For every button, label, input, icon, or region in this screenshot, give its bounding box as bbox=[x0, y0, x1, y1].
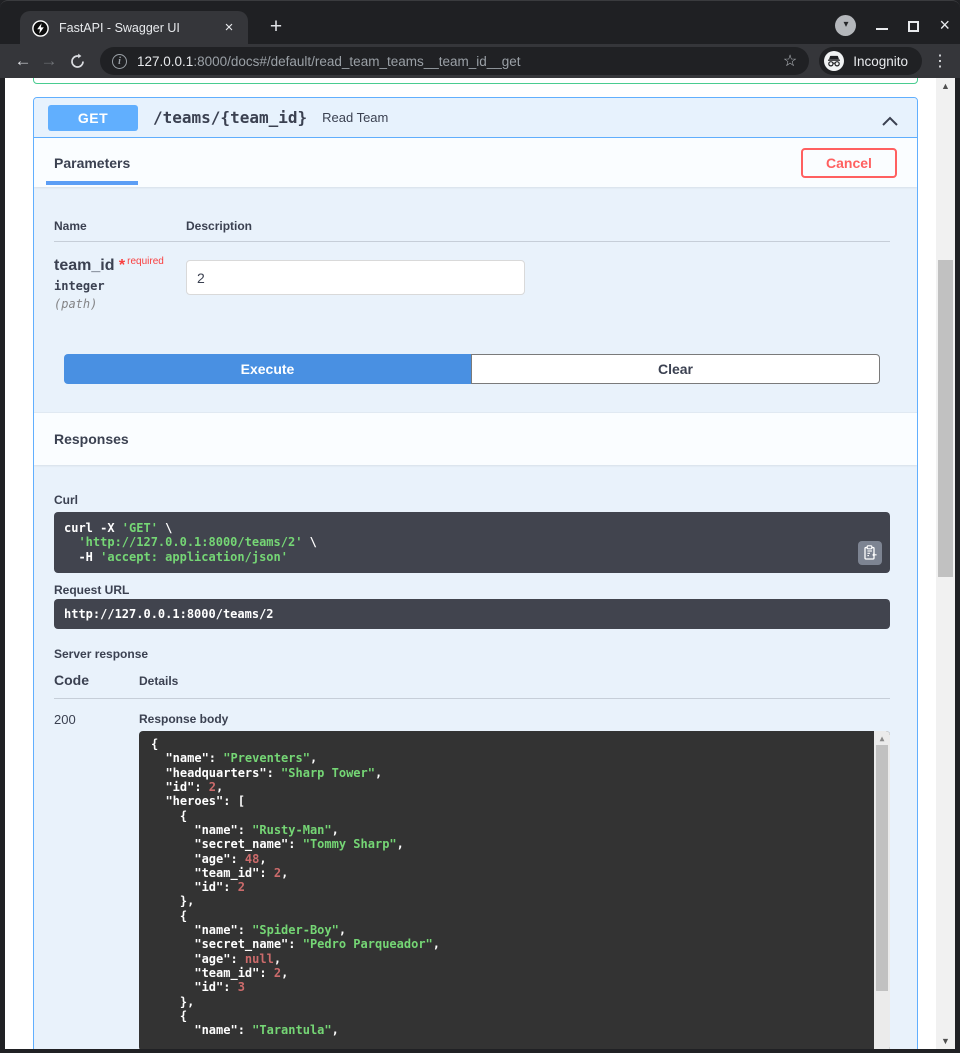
page-content: GET /teams/{team_id} Read Team Parameter… bbox=[5, 78, 955, 1049]
response-body-label: Response body bbox=[139, 712, 890, 726]
response-body-scrollbar[interactable]: ▲ bbox=[874, 731, 890, 1049]
parameter-value-cell bbox=[186, 256, 890, 311]
window-maximize-button[interactable] bbox=[908, 21, 919, 32]
browser-menu-icon[interactable]: ⋮ bbox=[930, 51, 950, 71]
address-bar[interactable]: i 127.0.0.1:8000/docs#/default/read_team… bbox=[100, 47, 809, 75]
forward-button[interactable]: → bbox=[36, 51, 62, 71]
operation-path: /teams/{team_id} bbox=[153, 108, 307, 127]
curl-label: Curl bbox=[54, 493, 890, 507]
server-response-label: Server response bbox=[54, 647, 890, 661]
parameter-row-team-id: team_id *required integer (path) bbox=[54, 256, 890, 311]
column-header-description: Description bbox=[186, 219, 890, 233]
parameter-name: team_id bbox=[54, 257, 114, 274]
scroll-up-icon[interactable]: ▲ bbox=[874, 733, 890, 745]
reload-button[interactable] bbox=[64, 53, 90, 70]
window-close-button[interactable]: × bbox=[939, 18, 950, 32]
fastapi-favicon-icon bbox=[32, 20, 49, 37]
previous-opblock-partial bbox=[33, 78, 918, 84]
curl-command-block: curl -X 'GET' \ 'http://127.0.0.1:8000/t… bbox=[54, 512, 890, 573]
window-menu-caret-icon[interactable]: ▾ bbox=[835, 15, 856, 36]
execute-button[interactable]: Execute bbox=[64, 354, 471, 384]
curl-command-text: curl -X 'GET' \ 'http://127.0.0.1:8000/t… bbox=[64, 521, 850, 564]
status-code: 200 bbox=[54, 712, 139, 1049]
url-host: 127.0.0.1 bbox=[137, 54, 193, 69]
back-button[interactable]: ← bbox=[10, 51, 36, 71]
scroll-up-icon[interactable]: ▲ bbox=[936, 78, 955, 94]
parameter-location: (path) bbox=[54, 297, 186, 311]
responses-body: Curl curl -X 'GET' \ 'http://127.0.0.1:8… bbox=[34, 465, 917, 1049]
request-url-text: http://127.0.0.1:8000/teams/2 bbox=[64, 607, 880, 621]
incognito-icon bbox=[824, 51, 844, 71]
url-text[interactable]: 127.0.0.1:8000/docs#/default/read_team_t… bbox=[137, 54, 775, 69]
opblock-get-read-team: GET /teams/{team_id} Read Team Parameter… bbox=[33, 97, 918, 1049]
execute-wrapper: Execute Clear bbox=[64, 354, 880, 384]
response-body-json: { "name": "Preventers", "headquarters": … bbox=[151, 737, 864, 1037]
window-minimize-button[interactable] bbox=[876, 20, 888, 32]
copy-to-clipboard-button[interactable] bbox=[858, 541, 882, 565]
column-header-name: Name bbox=[54, 219, 186, 233]
responses-title: Responses bbox=[54, 431, 129, 447]
tab-close-icon[interactable]: × bbox=[220, 19, 238, 37]
details-column-header: Details bbox=[139, 674, 890, 688]
response-body-block: { "name": "Preventers", "headquarters": … bbox=[139, 731, 890, 1049]
request-url-block: http://127.0.0.1:8000/teams/2 bbox=[54, 599, 890, 629]
browser-toolbar: ← → i 127.0.0.1:8000/docs#/default/read_… bbox=[0, 44, 960, 78]
code-column-header: Code bbox=[54, 672, 139, 688]
bookmark-star-icon[interactable]: ☆ bbox=[783, 51, 797, 71]
incognito-badge: Incognito bbox=[819, 47, 922, 75]
browser-titlebar: FastAPI - Swagger UI × + ▾ × bbox=[0, 0, 960, 44]
scrollbar-thumb[interactable] bbox=[876, 745, 888, 991]
response-details-cell: Response body { "name": "Preventers", "h… bbox=[139, 712, 890, 1049]
method-badge: GET bbox=[48, 105, 138, 131]
parameters-body: Name Description team_id *required integ… bbox=[34, 187, 917, 413]
opblock-summary[interactable]: GET /teams/{team_id} Read Team bbox=[34, 98, 917, 138]
collapse-chevron-icon[interactable] bbox=[882, 113, 898, 123]
table-divider bbox=[54, 241, 890, 242]
table-divider bbox=[54, 698, 890, 699]
url-path: :8000/docs#/default/read_team_teams__tea… bbox=[193, 54, 520, 69]
required-asterisk: * bbox=[119, 257, 125, 274]
scroll-down-icon[interactable]: ▼ bbox=[936, 1033, 955, 1049]
cancel-button[interactable]: Cancel bbox=[801, 148, 897, 178]
page-scrollbar[interactable]: ▲ ▼ bbox=[936, 78, 955, 1049]
request-url-label: Request URL bbox=[54, 583, 890, 597]
site-info-icon[interactable]: i bbox=[112, 54, 127, 69]
tab-parameters[interactable]: Parameters bbox=[54, 138, 130, 187]
tab-title: FastAPI - Swagger UI bbox=[59, 21, 220, 35]
team-id-input[interactable] bbox=[186, 260, 525, 295]
clear-button[interactable]: Clear bbox=[471, 354, 880, 384]
parameter-type: integer bbox=[54, 279, 186, 293]
browser-tab[interactable]: FastAPI - Swagger UI × bbox=[20, 11, 248, 45]
new-tab-button[interactable]: + bbox=[262, 14, 290, 42]
server-response-row: 200 Response body { "name": "Preventers"… bbox=[54, 712, 890, 1049]
parameter-meta: team_id *required integer (path) bbox=[54, 256, 186, 311]
parameters-header: Parameters Cancel bbox=[34, 138, 917, 187]
required-label: required bbox=[127, 256, 164, 267]
responses-header: Responses bbox=[34, 413, 917, 465]
incognito-label: Incognito bbox=[853, 54, 908, 69]
operation-summary: Read Team bbox=[322, 110, 882, 125]
scrollbar-thumb[interactable] bbox=[938, 260, 953, 577]
